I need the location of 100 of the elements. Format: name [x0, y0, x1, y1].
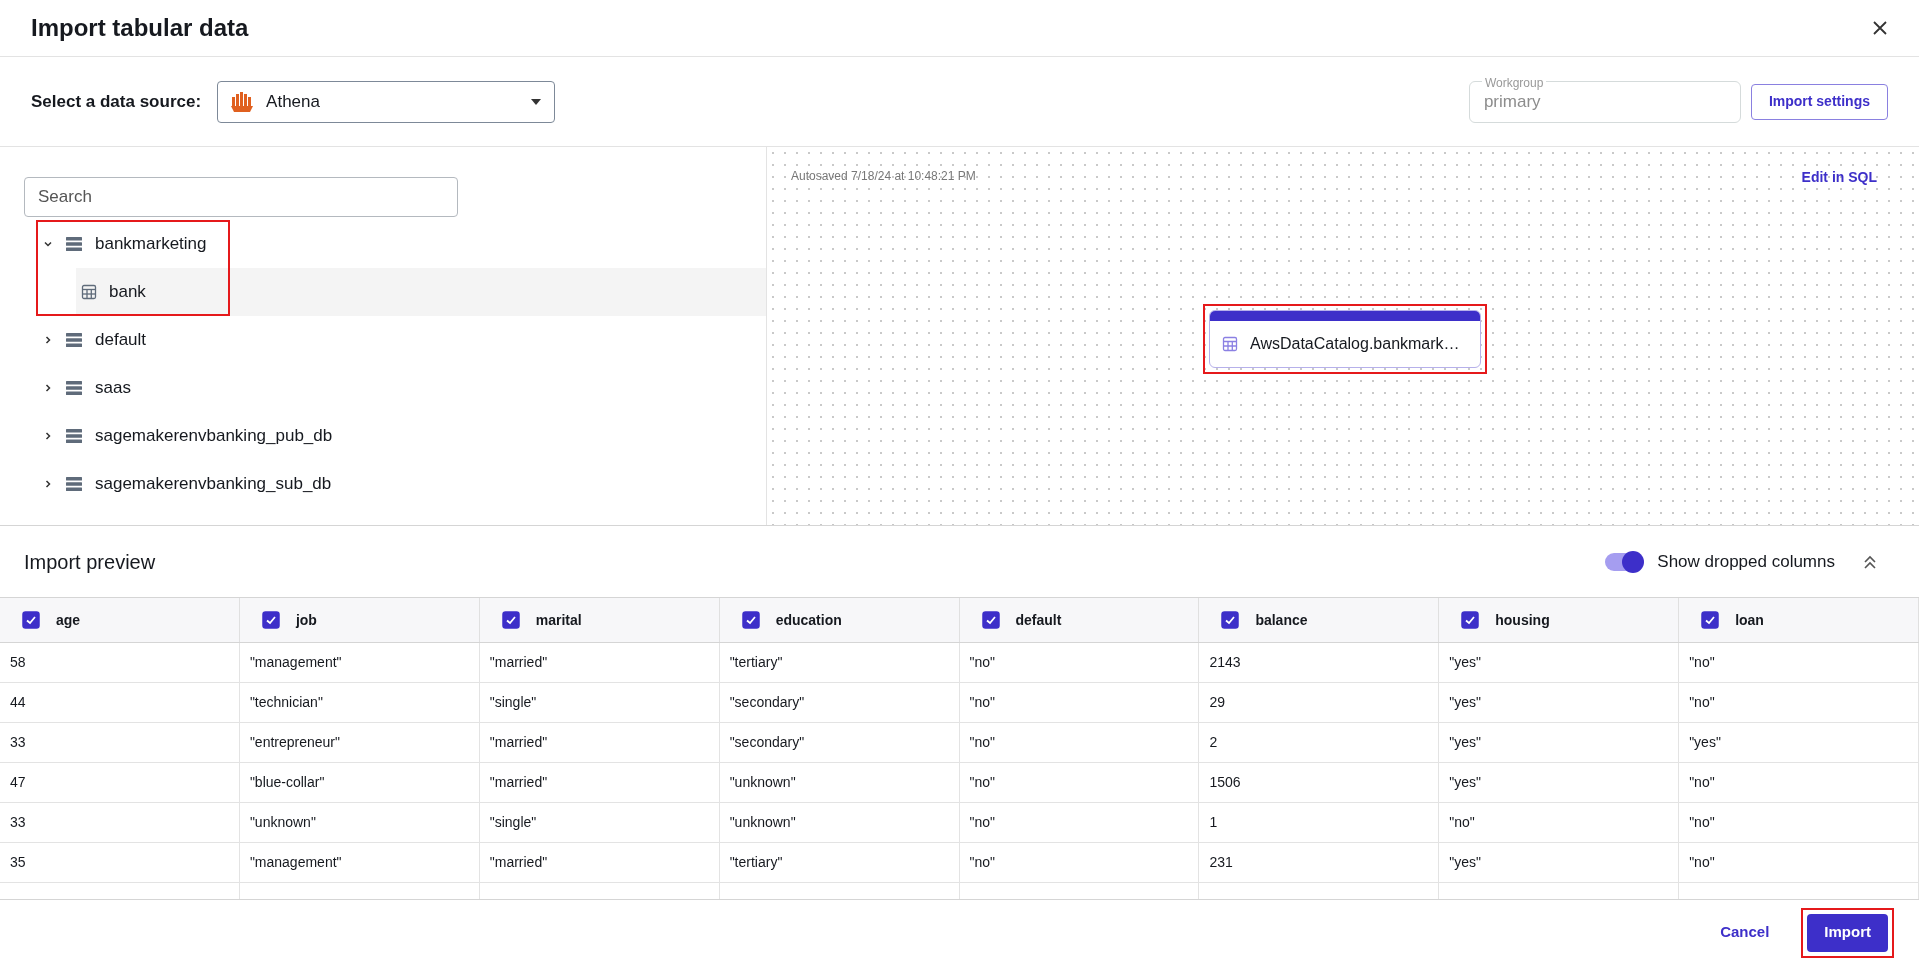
- tree-item-label: default: [95, 329, 147, 352]
- search-field[interactable]: Search: [24, 177, 458, 217]
- data-source-dropdown[interactable]: Athena: [217, 80, 556, 123]
- table-cell-text: "technician": [249, 693, 323, 712]
- tree-item[interactable]: sagemakerenvbanking_sub_db: [0, 460, 766, 508]
- table-cell-text: "no": [969, 733, 995, 752]
- checkbox[interactable]: [1701, 611, 1720, 629]
- table-cell-text: "yes": [1449, 733, 1481, 752]
- table-cell-text: "unknown": [729, 773, 796, 792]
- table-icon: [1222, 336, 1238, 352]
- table-cell-text: 44: [10, 693, 26, 712]
- table-cell-text: "married": [489, 653, 548, 672]
- table-cell-text: "tertiary": [729, 853, 783, 872]
- checkbox[interactable]: [22, 611, 40, 629]
- tree-item[interactable]: bankmarketing: [0, 220, 766, 268]
- import-button[interactable]: Import: [1807, 913, 1888, 952]
- collapse-icon[interactable]: [1863, 553, 1877, 570]
- table-node-label: AwsDataCatalog.bankmark…: [1250, 334, 1460, 354]
- table-cell-text: "married": [489, 733, 548, 752]
- athena-logo-icon: [230, 90, 255, 113]
- column-header: age: [56, 610, 81, 630]
- database-icon: [65, 428, 83, 444]
- table-cell-text: "no": [969, 653, 995, 672]
- column-header: loan: [1735, 610, 1764, 630]
- import-preview-title: Import preview: [24, 549, 157, 575]
- cancel-button[interactable]: Cancel: [1720, 921, 1770, 944]
- table-cell-text: "entrepreneur": [249, 733, 340, 752]
- table-cell-text: 1506: [1209, 773, 1241, 792]
- chevron-right-icon[interactable]: [43, 335, 53, 345]
- database-icon: [65, 380, 83, 396]
- table-cell-text: 58: [10, 653, 26, 672]
- table-cell-text: "no": [1449, 813, 1475, 832]
- table-cell-text: "yes": [1449, 653, 1481, 672]
- table-cell-text: "married": [489, 773, 548, 792]
- table-cell-text: "no": [969, 853, 995, 872]
- table-cell-text: "yes": [1449, 693, 1481, 712]
- table-cell-text: "no": [969, 693, 995, 712]
- column-header: default: [1015, 610, 1062, 630]
- chevron-right-icon[interactable]: [43, 479, 53, 489]
- column-header: education: [775, 610, 842, 630]
- table-cell-text: 2: [1209, 733, 1218, 752]
- tree-item[interactable]: saas: [0, 364, 766, 412]
- tree-item[interactable]: sagemakerenvbanking_pub_db: [0, 412, 766, 460]
- workgroup-value: primary: [1483, 90, 1541, 113]
- chevron-down-icon[interactable]: [43, 239, 53, 249]
- table-cell-text: "management": [249, 853, 342, 872]
- table-cell-text: "single": [489, 693, 537, 712]
- column-header: job: [295, 610, 317, 630]
- table-cell-text: 29: [1209, 693, 1225, 712]
- table-cell-text: "no": [1689, 693, 1715, 712]
- table-cell-text: "tertiary": [729, 653, 783, 672]
- chevron-right-icon[interactable]: [43, 431, 53, 441]
- table-cell-text: "no": [1689, 773, 1715, 792]
- table-cell-text: "yes": [1689, 733, 1721, 752]
- table-cell-text: "management": [249, 653, 342, 672]
- table-cell-text: "no": [969, 773, 995, 792]
- tree-item-label: sagemakerenvbanking_sub_db: [95, 473, 332, 496]
- column-header: marital: [535, 610, 582, 630]
- data-source-label: Select a data source:: [31, 90, 202, 113]
- checkbox[interactable]: [1461, 611, 1480, 629]
- toggle-switch[interactable]: [1605, 552, 1644, 571]
- table-cell-text: "yes": [1449, 773, 1481, 792]
- tree-item-label: sagemakerenvbanking_pub_db: [95, 425, 333, 448]
- table-cell-text: "no": [1689, 813, 1715, 832]
- table-cell-text: 33: [10, 813, 26, 832]
- caret-icon: [530, 97, 543, 106]
- table-cell-text: "no": [1689, 853, 1715, 872]
- table-cell-text: "yes": [1449, 853, 1481, 872]
- table-cell-text: 2143: [1209, 653, 1241, 672]
- autosave-status: Autosaved 7/18/24 at 10:48:21 PM: [791, 168, 976, 185]
- table-cell-text: 35: [10, 853, 26, 872]
- checkbox[interactable]: [741, 611, 760, 629]
- database-icon: [65, 332, 83, 348]
- checkbox[interactable]: [501, 611, 520, 629]
- table-cell-text: "secondary": [729, 693, 805, 712]
- database-icon: [65, 236, 83, 252]
- data-source-value: Athena: [266, 90, 321, 113]
- table-cell-text: "single": [489, 813, 537, 832]
- tree-item-label: bank: [109, 281, 146, 304]
- tree-item[interactable]: bank: [76, 268, 766, 316]
- table-cell-text: 1: [1209, 813, 1218, 832]
- column-header: balance: [1255, 610, 1308, 630]
- checkbox[interactable]: [981, 611, 1000, 629]
- table-cell-text: "secondary": [729, 733, 805, 752]
- database-icon: [65, 476, 83, 492]
- table-cell-text: 33: [10, 733, 26, 752]
- table-node[interactable]: AwsDataCatalog.bankmark…: [1209, 310, 1481, 368]
- table-cell-text: "no": [1689, 653, 1715, 672]
- table-cell-text: 231: [1209, 853, 1233, 872]
- chevron-right-icon[interactable]: [43, 383, 53, 393]
- edit-in-sql-link[interactable]: Edit in SQL: [1801, 167, 1877, 188]
- close-icon[interactable]: [1872, 20, 1888, 36]
- toggle-label: Show dropped columns: [1657, 550, 1835, 573]
- import-settings-button[interactable]: Import settings: [1750, 83, 1888, 120]
- column-header: housing: [1495, 610, 1550, 630]
- checkbox[interactable]: [1221, 611, 1240, 629]
- checkbox[interactable]: [261, 611, 280, 629]
- table-cell-text: "no": [969, 813, 995, 832]
- dialog-title: Import tabular data: [31, 13, 249, 43]
- tree-item[interactable]: default: [0, 316, 766, 364]
